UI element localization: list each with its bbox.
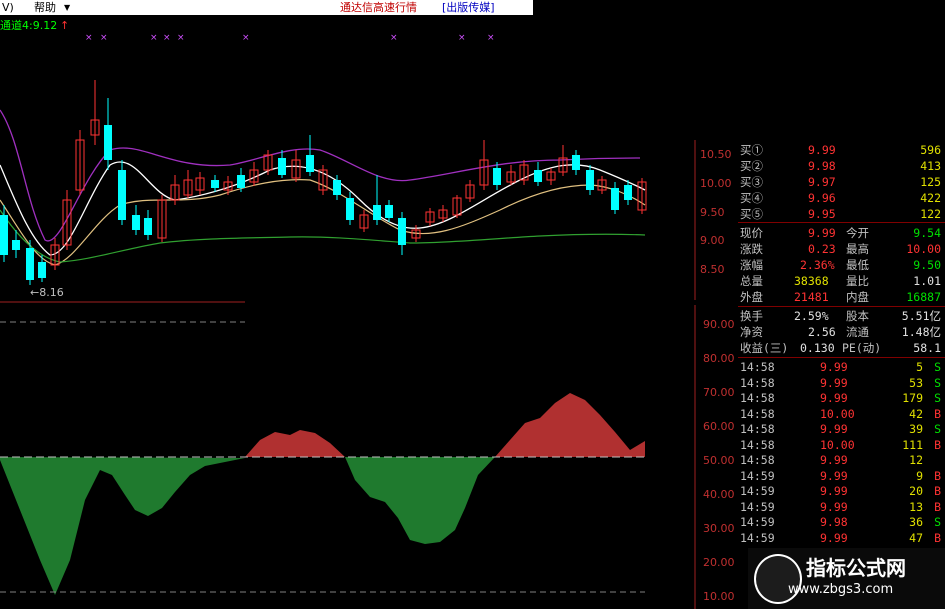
osc-area-below-1 bbox=[0, 457, 245, 595]
bid-row[interactable]: 买④ 9.96 422 bbox=[738, 190, 945, 206]
low-mark-label: ←8.16 bbox=[30, 286, 64, 299]
candle-down bbox=[398, 218, 406, 245]
quote-row-change: 涨跌 0.23 最高 10.00 bbox=[740, 242, 941, 256]
lower-band-line bbox=[0, 209, 646, 263]
tick-row: 14:58 9.99 53 S bbox=[740, 375, 941, 390]
osc-area-above-1 bbox=[245, 430, 345, 457]
candle-down bbox=[385, 205, 393, 218]
candle-down bbox=[306, 155, 314, 172]
osc-tick: 20.00 bbox=[703, 556, 735, 569]
candle-down bbox=[26, 248, 34, 280]
osc-tick: 60.00 bbox=[703, 420, 735, 433]
tick-row: 14:59 9.99 9 B bbox=[740, 468, 941, 483]
signal-marker-icon: × bbox=[390, 33, 398, 43]
osc-tick: 90.00 bbox=[703, 318, 735, 331]
tick-row: 14:58 9.99 179 S bbox=[740, 391, 941, 405]
watermark-title: 指标公式网 bbox=[806, 556, 906, 580]
osc-tick: 10.00 bbox=[703, 590, 735, 603]
signal-markers: × × × × × × × × × bbox=[85, 33, 495, 43]
price-tick: 8.50 bbox=[700, 263, 725, 276]
candle-down bbox=[132, 215, 140, 230]
signal-marker-icon: × bbox=[100, 33, 108, 43]
candle-down bbox=[144, 218, 152, 235]
upper-band-line bbox=[0, 109, 641, 242]
osc-tick: 70.00 bbox=[703, 386, 735, 399]
candle-down bbox=[104, 125, 112, 160]
fund-row-turnover: 换手 2.59% 股本 5.51亿 bbox=[740, 309, 941, 323]
tick-row: 14:58 9.99 5 S bbox=[740, 360, 941, 374]
signal-marker-icon: × bbox=[163, 33, 171, 43]
candle-down bbox=[0, 215, 8, 255]
bid-row[interactable]: 买⑤ 9.95 122 bbox=[738, 206, 945, 222]
osc-tick: 30.00 bbox=[703, 522, 735, 535]
signal-marker-icon: × bbox=[458, 33, 466, 43]
fund-row-netasset: 净资 2.56 流通 1.48亿 bbox=[740, 325, 941, 339]
bid-row[interactable]: 买③ 9.97 125 bbox=[738, 174, 945, 190]
tick-row: 14:58 10.00 111 B bbox=[740, 437, 941, 452]
quote-row-pct: 涨幅 2.36% 最低 9.50 bbox=[740, 258, 941, 272]
tick-row: 14:58 10.00 42 B bbox=[740, 406, 941, 421]
candle-down bbox=[572, 155, 580, 170]
tick-row: 14:58 9.99 39 S bbox=[740, 422, 941, 436]
candle-down bbox=[373, 205, 381, 220]
signal-marker-icon: × bbox=[85, 33, 93, 43]
candle-down bbox=[38, 262, 46, 278]
candle-down bbox=[333, 180, 341, 195]
osc-tick: 50.00 bbox=[703, 454, 735, 467]
osc-tick: 80.00 bbox=[703, 352, 735, 365]
candle-down bbox=[586, 170, 594, 190]
osc-area-above-2 bbox=[495, 393, 645, 457]
quote-row-now: 现价 9.99 今开 9.54 bbox=[740, 226, 941, 240]
kline-chart[interactable]: 通道4:9.12 ↑ × × × × × × × × × ←8.16 bbox=[0, 0, 738, 609]
bid-row[interactable]: 买② 9.98 413 bbox=[738, 158, 945, 174]
osc-area-below-2 bbox=[345, 457, 495, 544]
indicator-label: 通道4:9.12 bbox=[0, 18, 57, 32]
fund-row-eps: 收益(三) 0.130 PE(动) 58.1 bbox=[740, 341, 941, 355]
tick-row: 14:59 9.99 13 B bbox=[740, 499, 941, 514]
osc-tick: 40.00 bbox=[703, 488, 735, 501]
tick-row: 14:59 9.99 20 B bbox=[740, 484, 941, 498]
signal-marker-icon: × bbox=[487, 33, 495, 43]
watermark-url: www.zbgs3.com bbox=[788, 582, 894, 597]
candle-down bbox=[534, 170, 542, 182]
signal-marker-icon: × bbox=[242, 33, 250, 43]
quote-row-outer: 外盘 21481 内盘 16887 bbox=[740, 290, 941, 304]
candle-down bbox=[346, 198, 354, 220]
candle-down bbox=[12, 240, 20, 250]
tick-row: 14:59 9.99 47 B bbox=[740, 530, 941, 545]
price-tick: 9.50 bbox=[700, 206, 725, 219]
signal-marker-icon: × bbox=[177, 33, 185, 43]
tick-row: 14:59 9.98 36 S bbox=[740, 515, 941, 529]
candle-down bbox=[237, 175, 245, 188]
price-tick: 10.50 bbox=[700, 148, 732, 161]
tick-row: 14:58 9.99 12 bbox=[740, 453, 923, 467]
quote-panel: 买① 9.99 596 买② 9.98 413 买③ 9.97 125 买④ 9.96 422 买⑤ 9.… bbox=[738, 140, 945, 609]
candle-down bbox=[278, 158, 286, 175]
candle-down bbox=[611, 188, 619, 210]
quote-row-volume: 总量 38368 量比 1.01 bbox=[740, 274, 941, 288]
bid-row[interactable]: 买① 9.99 596 bbox=[738, 142, 945, 158]
indicator-arrow-icon: ↑ bbox=[60, 19, 69, 32]
price-tick: 9.00 bbox=[700, 234, 725, 247]
signal-marker-icon: × bbox=[150, 33, 158, 43]
price-tick: 10.00 bbox=[700, 177, 732, 190]
candle-down bbox=[624, 185, 632, 200]
candle-down bbox=[211, 180, 219, 188]
candle-down bbox=[493, 168, 501, 185]
watermark: 指标公式网 www.zbgs3.com bbox=[748, 548, 945, 609]
candle-down bbox=[118, 170, 126, 220]
